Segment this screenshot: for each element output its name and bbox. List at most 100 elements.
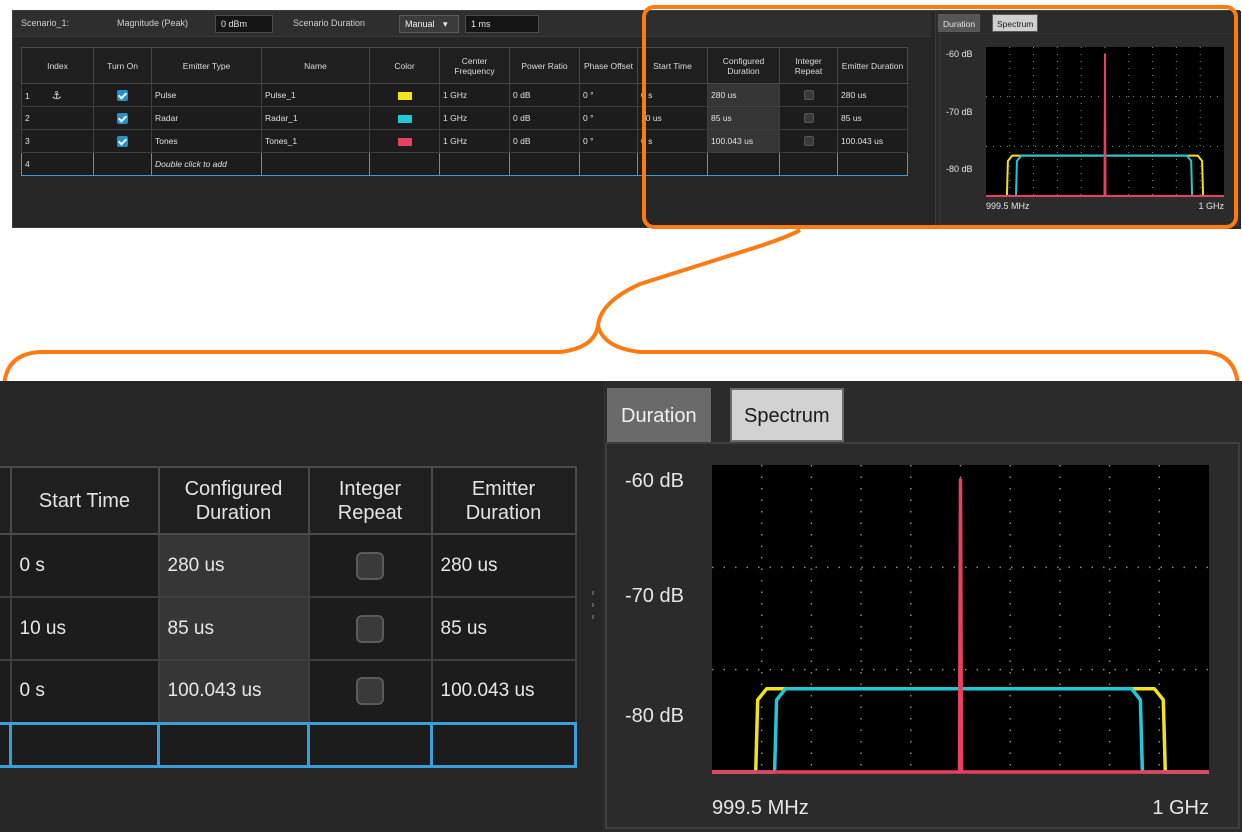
x-tick-label: 1 GHz <box>1198 201 1224 211</box>
integer-repeat-checkbox[interactable] <box>803 90 814 101</box>
col-center-frequency[interactable]: Center Frequency <box>439 47 510 84</box>
chart-panel-zoomed: Duration Spectrum -60 dB -70 dB -80 dB 999.… <box>603 381 1242 832</box>
name-cell[interactable]: Radar_1 <box>261 106 370 130</box>
col-start-time[interactable]: Start Time <box>9 466 160 535</box>
emitter-duration-cell: 280 us <box>837 83 908 107</box>
spectrum-chart-zoomed: -60 dB -70 dB -80 dB 999.5 MHz 1 GHz <box>605 442 1240 829</box>
duration-mode-value: Manual <box>405 19 435 29</box>
tab-spectrum[interactable]: Spectrum <box>730 388 844 442</box>
row-index: 1 <box>25 90 30 101</box>
power-ratio-cell[interactable]: 0 dB <box>509 83 580 107</box>
col-power-ratio[interactable]: Power Ratio <box>509 47 580 84</box>
frequency-cell[interactable]: 1 GHz <box>439 106 510 130</box>
configured-duration-cell[interactable]: 280 us <box>157 533 310 598</box>
turn-on-checkbox[interactable] <box>117 135 128 147</box>
phase-offset-cell[interactable]: 0 ° <box>579 129 638 153</box>
add-row-hint[interactable]: Double click to add <box>151 152 262 176</box>
table-row[interactable]: 3 Tones Tones_1 1 GHz 0 dB 0 ° 0 s 100.0… <box>21 129 908 153</box>
col-index[interactable]: Index <box>21 47 94 84</box>
col-emitter-duration[interactable]: Emitter Duration <box>837 47 908 84</box>
start-time-cell[interactable]: 0 s <box>637 83 708 107</box>
start-time-cell[interactable]: 0 s <box>9 659 160 724</box>
integer-repeat-checkbox[interactable] <box>356 677 384 706</box>
splitter-handle[interactable] <box>592 591 594 595</box>
col-configured-duration[interactable]: Configured Duration <box>707 47 780 84</box>
emitter-duration-cell: 100.043 us <box>837 129 908 153</box>
name-cell[interactable]: Tones_1 <box>261 129 370 153</box>
tab-duration[interactable]: Duration <box>938 14 981 32</box>
col-integer-repeat[interactable]: Integer Repeat <box>307 466 433 535</box>
emitter-type-cell[interactable]: Radar <box>151 106 262 130</box>
splitter-handle[interactable] <box>592 603 594 607</box>
emitter-table-small: Index Turn On Emitter Type Name Color Ce… <box>21 47 908 176</box>
y-tick-label: -60 dB <box>625 470 684 492</box>
integer-repeat-checkbox[interactable] <box>803 136 814 147</box>
col-name[interactable]: Name <box>261 47 370 84</box>
configured-duration-cell[interactable]: 85 us <box>707 106 780 130</box>
color-swatch[interactable] <box>397 114 412 123</box>
splitter-handle[interactable] <box>592 615 594 619</box>
y-tick-label: -60 dB <box>946 49 973 59</box>
tab-duration[interactable]: Duration <box>607 388 711 442</box>
scenario-panel: Scenario_1: Magnitude (Peak) 0 dBm Scena… <box>12 10 1241 229</box>
frequency-cell[interactable]: 1 GHz <box>439 129 510 153</box>
emitter-type-cell[interactable]: Tones <box>151 129 262 153</box>
tab-spectrum[interactable]: Spectrum <box>992 14 1039 32</box>
start-time-cell[interactable]: 10 us <box>9 596 160 661</box>
start-time-cell[interactable]: 0 s <box>9 533 160 598</box>
y-tick-label: -70 dB <box>946 107 973 117</box>
frequency-cell[interactable]: 1 GHz <box>439 83 510 107</box>
start-time-cell[interactable]: 0 s <box>637 129 708 153</box>
table-row[interactable]: 1 ⚓ Pulse Pulse_1 1 GHz 0 dB 0 ° 0 s 280 … <box>21 83 908 107</box>
turn-on-checkbox[interactable] <box>117 89 128 101</box>
col-start-time[interactable]: Start Time <box>637 47 708 84</box>
col-emitter-type[interactable]: Emitter Type <box>151 47 262 84</box>
configured-duration-cell[interactable]: 85 us <box>157 596 310 661</box>
emitter-duration-cell: 280 us <box>430 533 577 598</box>
chevron-down-icon: ▾ <box>443 19 448 29</box>
magnitude-input[interactable]: 0 dBm <box>215 15 273 33</box>
phase-offset-cell[interactable]: 0 ° <box>579 83 638 107</box>
name-cell[interactable]: Pulse_1 <box>261 83 370 107</box>
turn-on-checkbox[interactable] <box>117 112 128 124</box>
duration-input[interactable]: 1 ms <box>465 15 539 33</box>
zoom-callout-brace <box>2 228 1240 391</box>
row-index: 2 <box>21 106 94 130</box>
start-time-cell[interactable]: 10 us <box>637 106 708 130</box>
x-tick-label: 999.5 MHz <box>986 201 1030 211</box>
table-row[interactable]: 10 us 85 us 85 us <box>0 596 577 661</box>
emitter-table-zoomed: Start Time Configured Duration Integer R… <box>0 466 577 768</box>
anchor-icon: ⚓ <box>51 89 62 102</box>
duration-mode-select[interactable]: Manual ▾ <box>399 15 459 33</box>
col-turn-on[interactable]: Turn On <box>93 47 152 84</box>
integer-repeat-checkbox[interactable] <box>356 551 384 580</box>
integer-repeat-checkbox[interactable] <box>356 614 384 643</box>
col-emitter-duration[interactable]: Emitter Duration <box>430 466 577 535</box>
configured-duration-cell[interactable]: 100.043 us <box>707 129 780 153</box>
table-row[interactable]: 0 s 100.043 us 100.043 us <box>0 659 577 724</box>
color-swatch[interactable] <box>397 137 412 146</box>
color-swatch[interactable] <box>397 91 412 100</box>
col-phase-offset[interactable]: Phase Offset <box>579 47 638 84</box>
table-row[interactable]: 0 s 280 us 280 us <box>0 533 577 598</box>
emitter-type-cell[interactable]: Pulse <box>151 83 262 107</box>
magnitude-label: Magnitude (Peak) <box>117 18 189 28</box>
configured-duration-cell[interactable]: 280 us <box>707 83 780 107</box>
zoomed-panel: Start Time Configured Duration Integer R… <box>0 381 1242 832</box>
col-configured-duration[interactable]: Configured Duration <box>157 466 310 535</box>
add-emitter-row[interactable]: 4 Double click to add <box>21 152 908 176</box>
integer-repeat-checkbox[interactable] <box>803 113 814 124</box>
scenario-label: Scenario_1: <box>21 18 70 28</box>
table-row[interactable]: 2 Radar Radar_1 1 GHz 0 dB 0 ° 10 us 85 … <box>21 106 908 130</box>
row-index: 4 <box>21 152 94 176</box>
spectrum-chart-small: -60 dB -70 dB -80 dB 999.5 MHz 1 GHz <box>939 33 1239 226</box>
configured-duration-cell[interactable]: 100.043 us <box>157 659 310 724</box>
add-emitter-row[interactable] <box>0 721 577 768</box>
col-integer-repeat[interactable]: Integer Repeat <box>779 47 838 84</box>
y-tick-label: -70 dB <box>625 585 684 607</box>
power-ratio-cell[interactable]: 0 dB <box>509 106 580 130</box>
phase-offset-cell[interactable]: 0 ° <box>579 106 638 130</box>
power-ratio-cell[interactable]: 0 dB <box>509 129 580 153</box>
col-color[interactable]: Color <box>369 47 440 84</box>
row-index: 3 <box>21 129 94 153</box>
